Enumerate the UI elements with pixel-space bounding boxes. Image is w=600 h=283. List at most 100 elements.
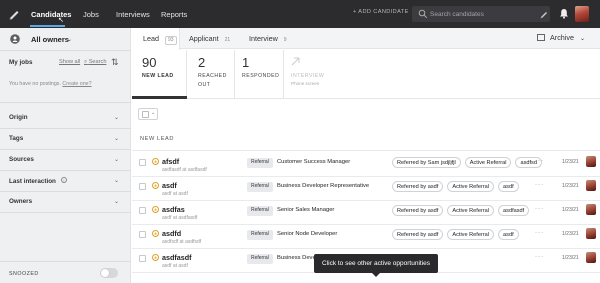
candidate-name[interactable]: asdfd [162,229,181,238]
bell-icon[interactable] [559,8,569,19]
tag[interactable]: Active Referral [447,229,495,240]
owner-avatar [586,156,596,167]
chevron-down-icon: ⌄ [114,157,120,163]
star-icon[interactable]: ★ [152,158,159,165]
chevron-down-icon: ⌄ [114,136,120,142]
user-avatar[interactable] [575,6,589,22]
tag[interactable]: Active Referral [447,181,495,192]
lever-logo-icon[interactable] [7,7,21,21]
nav-jobs[interactable]: Jobs [83,0,99,28]
more-icon[interactable]: ··· [535,182,544,188]
candidate-name[interactable]: afsdf [162,157,179,166]
stage-count: 90 [142,55,157,70]
more-icon[interactable]: ··· [535,206,544,212]
add-candidate-button[interactable]: + ADD CANDIDATE [353,9,409,15]
create-posting-link[interactable]: Create one? [62,81,91,87]
chevron-down-icon: ⌄ [67,37,73,43]
filter-tags[interactable]: Tags ⌄ [0,129,131,149]
bulk-select-dropdown[interactable]: ⌄ [138,108,158,120]
show-all-link[interactable]: Show all [59,59,80,65]
edit-icon[interactable] [539,9,548,19]
nav-candidates[interactable]: Candidates [31,0,71,28]
search-box[interactable] [412,6,550,22]
row-checkbox[interactable] [139,231,146,238]
position-title[interactable]: Senior Node Developer [277,231,337,237]
star-icon[interactable]: ★ [152,206,159,213]
candidate-row[interactable]: ★ asdf asdf at asdf Referral Business De… [132,177,600,201]
people-icon [10,34,20,44]
more-icon[interactable]: ··· [535,158,544,164]
stage-new-lead[interactable]: 90 NEW LEAD [132,50,187,99]
tag[interactable]: asdf [498,181,519,192]
archive-dropdown[interactable]: Archive ⌄ [537,33,585,42]
stage-reached-out[interactable]: 2 REACHED OUT [188,50,235,99]
tab-applicant[interactable]: Applicant 21 [189,28,230,49]
tag[interactable]: Referred by asdf [392,181,444,192]
position-title[interactable]: Senior Sales Manager [277,207,334,213]
filter-last-interaction[interactable]: Last interaction i ⌄ [0,171,131,191]
jobs-search-link[interactable]: ⌕ Search [84,59,106,66]
row-checkbox[interactable] [139,159,146,166]
position-title[interactable]: Business Deve [277,255,316,261]
active-stage-indicator [132,96,187,99]
filter-sources[interactable]: Sources ⌄ [0,150,131,170]
arrow-up-right-icon [291,57,300,66]
candidate-row[interactable]: ★ afsdf asdfasdf at asdfasdf Referral Cu… [132,153,600,177]
tag[interactable]: Referred by Sam jsdjljfjl [392,157,461,168]
position-title[interactable]: Business Developer Representative [277,183,369,189]
archive-label: Archive [550,33,574,42]
tab-interview[interactable]: Interview 9 [249,28,287,49]
snoozed-toggle[interactable] [100,268,118,278]
tag[interactable]: Active Referral [447,205,495,216]
row-date: 1/23/21 [562,255,579,261]
stage-responded[interactable]: 1 RESPONDED [236,50,284,99]
row-checkbox[interactable] [139,183,146,190]
tab-count: 93 [165,36,177,45]
filter-origin[interactable]: Origin ⌄ [0,108,131,128]
tag[interactable]: asdf [498,229,519,240]
divider [0,261,131,262]
tag[interactable]: Referred by asdf [392,205,444,216]
candidate-name[interactable]: asdf [162,181,177,190]
row-date: 1/23/21 [562,183,579,189]
nav-interviews[interactable]: Interviews [116,0,150,28]
candidate-name[interactable]: asdfasdf [162,253,192,262]
divider [0,50,131,51]
owner-filter[interactable]: All owners ⌄ [0,28,131,50]
search-input[interactable] [430,6,536,22]
candidate-row[interactable]: ★ asdfas asdf at asdfasdf Referral Senio… [132,201,600,225]
nav-reports[interactable]: Reports [161,0,187,28]
select-all-checkbox[interactable] [142,111,149,118]
star-icon[interactable]: ★ [152,254,159,261]
source-badge: Referral [247,254,273,264]
tab-label: Applicant [189,34,219,43]
tag[interactable]: Active Referral [464,157,512,168]
tag[interactable]: asdfasdf [498,205,530,216]
stage-interview[interactable]: INTERVIEW Phone screen [285,50,335,99]
filter-owners[interactable]: Owners ⌄ [0,192,131,212]
tab-lead[interactable]: Lead 93 [132,28,180,50]
sort-icon[interactable]: ⇅ [111,57,119,68]
star-icon[interactable]: ★ [152,230,159,237]
tab-label: Lead [143,34,159,43]
star-icon[interactable]: ★ [152,182,159,189]
stage-bar: 90 NEW LEAD 2 REACHED OUT 1 RESPONDED IN… [132,50,600,99]
tag-list: Referred by Sam jsdjljfjl Active Referral… [392,157,546,168]
pipeline-tabs: Lead 93 Applicant 21 Interview 9 [132,28,600,50]
info-icon[interactable]: i [60,177,67,183]
tag[interactable]: Referred by asdf [392,229,444,240]
top-nav: Candidates Jobs Interviews Reports ↖ + A… [0,0,600,28]
candidate-headline: asdf at asdfasdf [162,215,198,221]
more-icon[interactable]: ··· [535,254,544,260]
row-checkbox[interactable] [139,207,146,214]
candidate-name[interactable]: asdfas [162,205,185,214]
candidate-row[interactable]: ★ asdfd asdfsdf at asdfsdf Referral Seni… [132,225,600,249]
divider [0,102,131,103]
filter-label: Origin [9,114,28,121]
owner-avatar [586,228,596,239]
more-icon[interactable]: ··· [535,230,544,236]
my-jobs-heading: My jobs [9,59,33,66]
position-title[interactable]: Customer Success Manager [277,159,350,165]
chevron-down-icon: ⌄ [114,199,120,205]
row-checkbox[interactable] [139,255,146,262]
